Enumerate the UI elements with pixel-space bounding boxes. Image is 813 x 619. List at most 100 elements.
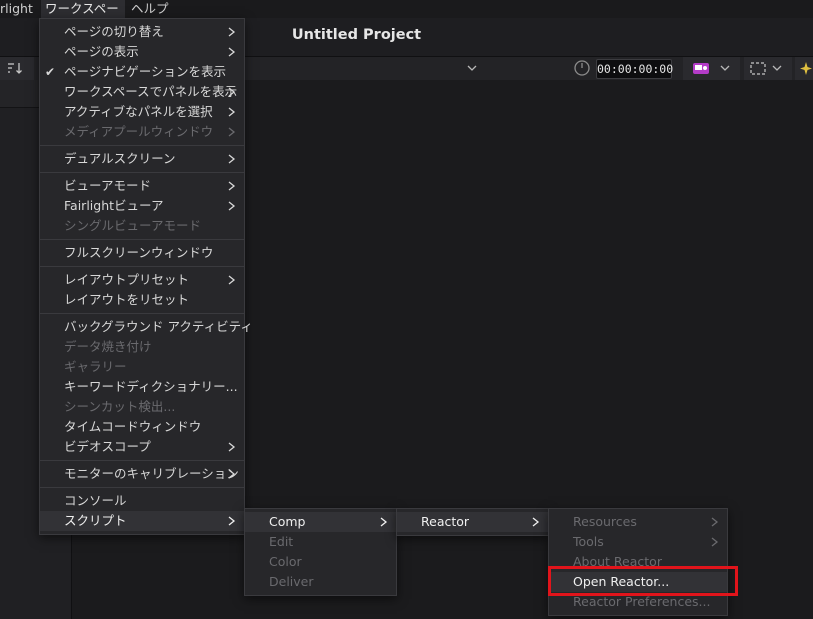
sort-button[interactable]: [0, 57, 34, 80]
menu-item-label: Deliver: [269, 574, 314, 589]
menu-item-label: Resources: [573, 514, 637, 529]
menu-item: データ焼き付け: [40, 337, 244, 357]
menu-fairlight[interactable]: rlight: [0, 0, 33, 18]
chevron-right-icon: [228, 107, 236, 117]
menu-item-label: ページナビゲーションを表示: [64, 64, 227, 79]
chevron-right-icon: [228, 47, 236, 57]
menu-item[interactable]: ページの切り替え: [40, 22, 244, 42]
menu-item[interactable]: キーワードディクショナリー...: [40, 377, 244, 397]
menu-item-label: ページの切り替え: [64, 24, 164, 39]
menu-item-label: データ焼き付け: [64, 339, 152, 354]
menu-item: ギャラリー: [40, 357, 244, 377]
chevron-right-icon: [228, 516, 236, 526]
timecode-display[interactable]: 00:00:00:00: [596, 59, 673, 79]
clock-icon[interactable]: [572, 58, 592, 78]
menu-item[interactable]: Fairlightビューア: [40, 196, 244, 216]
menu-item-label: バックグラウンド アクティビティ: [64, 319, 253, 334]
menu-item[interactable]: Reactor: [397, 512, 548, 532]
chevron-right-icon: [228, 181, 236, 191]
menu-item-label: Fairlightビューア: [64, 198, 164, 213]
menu-item-label: ビデオスコープ: [64, 439, 151, 454]
checkmark-icon: ✔: [45, 65, 56, 79]
chevron-right-icon: [711, 517, 719, 527]
menu-item[interactable]: スクリプト: [40, 511, 244, 531]
menu-item-label: Edit: [269, 534, 294, 549]
effects-button[interactable]: [795, 57, 813, 80]
menu-item[interactable]: レイアウトをリセット: [40, 290, 244, 310]
comp-submenu: Reactor: [396, 508, 549, 536]
chevron-right-icon: [380, 517, 388, 527]
menu-item-label: デュアルスクリーン: [64, 151, 176, 166]
menu-item[interactable]: Comp: [245, 512, 396, 532]
menu-item[interactable]: ビデオスコープ: [40, 437, 244, 457]
chevron-right-icon: [711, 537, 719, 547]
chevron-right-icon: [228, 87, 236, 97]
menu-separator: [40, 313, 244, 314]
menu-item: シングルビューアモード: [40, 216, 244, 236]
menu-workspace[interactable]: ワークスペース: [41, 0, 125, 33]
menu-item: メディアプールウィンドウ: [40, 122, 244, 142]
sparkle-icon: [800, 62, 812, 75]
menu-item[interactable]: ワークスペースでパネルを表示: [40, 82, 244, 102]
menu-separator: [40, 487, 244, 488]
reactor-submenu: Resources Tools About Reactor Open Reactor.…: [548, 508, 728, 616]
menu-item: Edit: [245, 532, 396, 552]
menu-item: シーンカット検出...: [40, 397, 244, 417]
menu-item-label: コンソール: [64, 493, 127, 508]
menu-item-label: シングルビューアモード: [64, 218, 202, 233]
menu-item-label: ビューアモード: [64, 178, 152, 193]
menu-item: Resources: [549, 512, 727, 532]
menu-item-label: モニターのキャリブレーション: [64, 466, 239, 481]
chevron-right-icon: [228, 442, 236, 452]
menu-separator: [40, 460, 244, 461]
menu-item[interactable]: レイアウトプリセット: [40, 270, 244, 290]
menu-item-label: メディアプールウィンドウ: [64, 124, 214, 139]
chevron-right-icon: [228, 469, 236, 479]
menu-item-label: Comp: [269, 514, 306, 529]
menu-item[interactable]: モニターのキャリブレーション: [40, 464, 244, 484]
menu-item-label: ギャラリー: [64, 359, 127, 374]
menu-item[interactable]: バックグラウンド アクティビティ: [40, 317, 253, 337]
chevron-right-icon: [228, 154, 236, 164]
menu-item[interactable]: タイムコードウィンドウ: [40, 417, 244, 437]
menu-item-label: フルスクリーンウィンドウ: [64, 245, 214, 260]
menu-item-label: レイアウトプリセット: [64, 272, 190, 287]
camera-icon: [693, 63, 730, 74]
menu-item-label: タイムコードウィンドウ: [64, 419, 202, 434]
snapshot-button[interactable]: [683, 57, 740, 80]
chevron-right-icon: [228, 201, 236, 211]
menu-item-label: ページの表示: [64, 44, 139, 59]
chevron-down-icon: [467, 65, 477, 71]
menu-item[interactable]: アクティブなパネルを選択: [40, 102, 244, 122]
menu-item[interactable]: デュアルスクリーン: [40, 149, 244, 169]
fit-screen-icon: [750, 62, 782, 75]
menu-item-label: スクリプト: [64, 513, 127, 528]
menu-item: Tools: [549, 532, 727, 552]
menu-item-label: キーワードディクショナリー...: [64, 379, 238, 394]
menu-item[interactable]: ビューアモード: [40, 176, 244, 196]
highlight-annotation: [548, 566, 738, 596]
script-submenu: Comp Edit Color Deliver: [244, 508, 397, 596]
viewer-dropdown[interactable]: [244, 57, 486, 80]
menu-item[interactable]: ページの表示: [40, 42, 244, 62]
menu-separator: [40, 172, 244, 173]
menu-item[interactable]: コンソール: [40, 491, 244, 511]
menu-item-label: Tools: [573, 534, 604, 549]
menu-item-label: Color: [269, 554, 302, 569]
chevron-right-icon: [532, 517, 540, 527]
menu-item: Deliver: [245, 572, 396, 592]
chevron-right-icon: [228, 275, 236, 285]
menu-separator: [40, 266, 244, 267]
chevron-right-icon: [228, 127, 236, 137]
menu-item[interactable]: フルスクリーンウィンドウ: [40, 243, 244, 263]
menu-separator: [40, 145, 244, 146]
menu-help[interactable]: ヘルプ: [131, 0, 169, 18]
menu-separator: [40, 239, 244, 240]
menu-item[interactable]: ✔ ページナビゲーションを表示: [40, 62, 244, 82]
menu-item-label: レイアウトをリセット: [64, 292, 190, 307]
workspace-menu: ページの切り替え ページの表示 ✔ ページナビゲーションを表示ワークスペースでパネルを…: [39, 18, 253, 535]
menu-bar: rlight ワークスペース ヘルプ: [0, 0, 813, 33]
fit-button[interactable]: [744, 57, 792, 80]
menu-item: Color: [245, 552, 396, 572]
menu-item-label: Reactor: [421, 514, 470, 529]
